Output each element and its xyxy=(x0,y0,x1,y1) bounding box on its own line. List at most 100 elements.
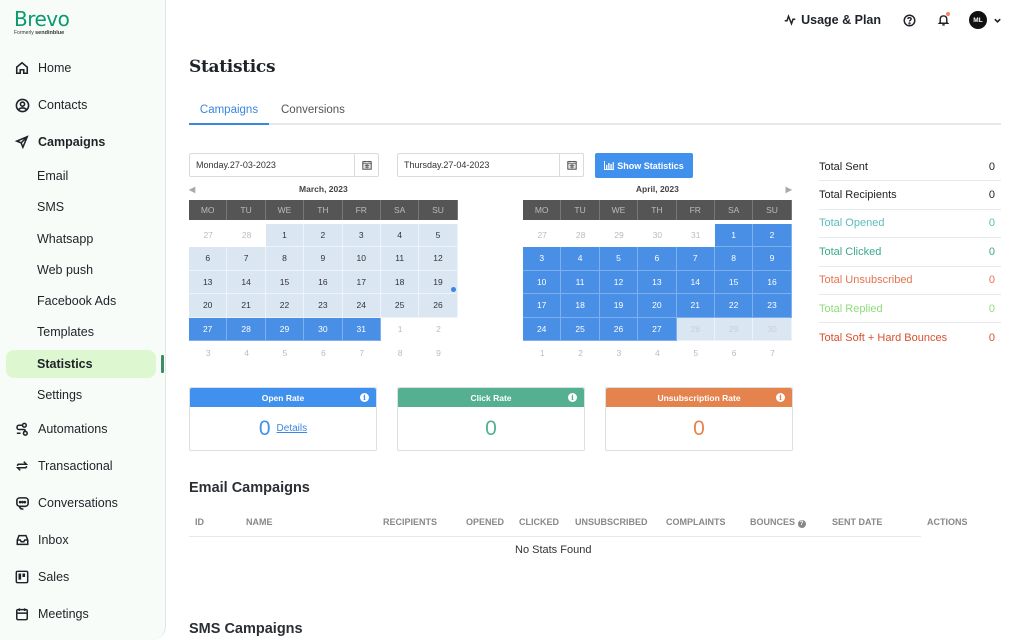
column-header-sent-date[interactable]: SENT DATE xyxy=(832,517,882,527)
calendar-day[interactable]: 29 xyxy=(714,317,754,341)
calendar-day[interactable]: 29 xyxy=(265,317,305,341)
calendar-day[interactable]: 5 xyxy=(419,223,458,247)
show-statistics-button[interactable]: Show Statistics xyxy=(595,153,693,178)
sidebar-item-contacts[interactable]: Contacts xyxy=(6,91,156,119)
calendar-day[interactable]: 6 xyxy=(638,247,677,271)
sidebar-item-sms[interactable]: SMS xyxy=(6,193,156,221)
calendar-day[interactable]: 20 xyxy=(638,294,677,318)
calendar-day[interactable]: 9 xyxy=(753,247,792,271)
calendar-day[interactable]: 26 xyxy=(419,294,458,318)
calendar-day[interactable]: 13 xyxy=(638,270,677,294)
calendar-day[interactable]: 2 xyxy=(561,341,599,365)
calendar-day[interactable]: 17 xyxy=(523,294,562,318)
column-header-unsubscribed[interactable]: UNSUBSCRIBED xyxy=(575,517,648,527)
help-icon[interactable] xyxy=(901,12,917,28)
calendar-day[interactable]: 27 xyxy=(523,224,561,248)
calendar-day[interactable]: 28 xyxy=(227,224,265,248)
calendar-day[interactable]: 18 xyxy=(561,294,600,318)
calendar-day[interactable]: 12 xyxy=(599,270,639,294)
column-header-opened[interactable]: OPENED xyxy=(466,517,504,527)
calendar-day[interactable]: 6 xyxy=(304,341,342,365)
calendar-day[interactable]: 7 xyxy=(676,247,715,271)
calendar-day[interactable]: 4 xyxy=(380,223,420,247)
calendar-day[interactable]: 21 xyxy=(676,294,715,318)
sidebar-item-home[interactable]: Home xyxy=(6,54,156,82)
calendar-day[interactable]: 24 xyxy=(342,294,381,318)
calendar-day[interactable]: 3 xyxy=(189,341,227,365)
calendar-day[interactable]: 19 xyxy=(599,294,639,318)
calendar-day[interactable]: 7 xyxy=(343,341,381,365)
calendar-day[interactable]: 24 xyxy=(523,317,562,341)
calendar-day[interactable]: 2 xyxy=(304,223,343,247)
column-header-clicked[interactable]: CLICKED xyxy=(519,517,559,527)
sidebar-item-web-push[interactable]: Web push xyxy=(6,256,156,284)
sidebar-item-statistics[interactable]: Statistics xyxy=(6,350,156,378)
calendar-day[interactable]: 9 xyxy=(304,247,343,271)
sidebar-item-automations[interactable]: Automations xyxy=(6,415,156,443)
calendar-day[interactable]: 29 xyxy=(600,224,638,248)
calendar-day[interactable]: 25 xyxy=(561,317,600,341)
calendar-day[interactable]: 8 xyxy=(714,247,754,271)
next-month-arrow-icon[interactable]: ▶ xyxy=(786,183,792,197)
prev-month-arrow-icon[interactable]: ◀ xyxy=(189,183,195,197)
calendar-day[interactable]: 14 xyxy=(227,270,266,294)
calendar-day[interactable]: 10 xyxy=(342,247,381,271)
calendar-day[interactable]: 8 xyxy=(265,247,305,271)
calendar-day[interactable]: 30 xyxy=(304,317,343,341)
start-date-value[interactable]: Monday.27-03-2023 xyxy=(190,154,354,176)
sidebar-item-transactional[interactable]: Transactional xyxy=(6,452,156,480)
end-date-field[interactable]: Thursday.27-04-2023 xyxy=(397,153,584,177)
sidebar-item-settings[interactable]: Settings xyxy=(6,381,156,409)
calendar-day[interactable]: 21 xyxy=(227,294,266,318)
open-rate-details-link[interactable]: Details xyxy=(277,423,308,434)
sidebar-item-inbox[interactable]: Inbox xyxy=(6,526,156,554)
calendar-day[interactable]: 9 xyxy=(419,341,457,365)
start-date-field[interactable]: Monday.27-03-2023 xyxy=(189,153,379,177)
calendar-day[interactable]: 30 xyxy=(753,317,792,341)
calendar-day[interactable]: 14 xyxy=(676,270,715,294)
calendar-day[interactable]: 16 xyxy=(304,270,343,294)
sidebar-item-facebook-ads[interactable]: Facebook Ads xyxy=(6,287,156,315)
calendar-icon[interactable] xyxy=(354,154,378,176)
calendar-day[interactable]: 6 xyxy=(189,247,228,271)
calendar-day[interactable]: 5 xyxy=(599,247,639,271)
tab-campaigns[interactable]: Campaigns xyxy=(189,98,269,125)
info-icon[interactable]: i xyxy=(776,393,785,402)
end-date-value[interactable]: Thursday.27-04-2023 xyxy=(398,154,559,176)
calendar-day[interactable]: 25 xyxy=(380,294,420,318)
tab-conversions[interactable]: Conversions xyxy=(281,98,345,125)
column-header-id[interactable]: ID xyxy=(195,517,204,527)
calendar-day[interactable]: 28 xyxy=(561,224,599,248)
calendar-day[interactable]: 22 xyxy=(714,294,754,318)
info-icon[interactable]: i xyxy=(360,393,369,402)
calendar-day[interactable]: 7 xyxy=(227,247,266,271)
calendar-day[interactable]: 2 xyxy=(419,318,457,342)
chevron-down-icon[interactable] xyxy=(993,16,1002,25)
sidebar-item-sales[interactable]: Sales xyxy=(6,563,156,591)
calendar-day[interactable]: 26 xyxy=(599,317,639,341)
sidebar-item-meetings[interactable]: Meetings xyxy=(6,600,156,628)
calendar-icon[interactable] xyxy=(559,154,583,176)
calendar-day[interactable]: 10 xyxy=(523,270,562,294)
column-header-bounces[interactable]: BOUNCES ? xyxy=(750,517,806,528)
calendar-day[interactable]: 23 xyxy=(753,294,792,318)
calendar-day[interactable]: 20 xyxy=(189,294,228,318)
calendar-day[interactable]: 5 xyxy=(677,341,715,365)
notifications-bell-icon[interactable] xyxy=(935,12,951,28)
sidebar-item-email[interactable]: Email xyxy=(6,162,156,190)
usage-plan-link[interactable]: Usage & Plan xyxy=(784,13,881,27)
calendar-day[interactable]: 16 xyxy=(753,270,792,294)
calendar-day[interactable]: 18 xyxy=(380,270,420,294)
calendar-day[interactable]: 23 xyxy=(304,294,343,318)
calendar-day[interactable]: 28 xyxy=(227,317,266,341)
calendar-day[interactable]: 22 xyxy=(265,294,305,318)
calendar-day[interactable]: 2 xyxy=(753,223,792,247)
info-icon[interactable]: i xyxy=(568,393,577,402)
calendar-day[interactable]: 7 xyxy=(753,341,791,365)
sidebar-item-campaigns[interactable]: Campaigns xyxy=(6,128,156,156)
brevo-logo[interactable]: Brevo Formerly sendinblue xyxy=(14,8,70,36)
calendar-day[interactable]: 1 xyxy=(523,341,561,365)
calendar-day[interactable]: 3 xyxy=(523,247,562,271)
calendar-day[interactable]: 28 xyxy=(676,317,715,341)
calendar-day[interactable]: 1 xyxy=(714,223,754,247)
